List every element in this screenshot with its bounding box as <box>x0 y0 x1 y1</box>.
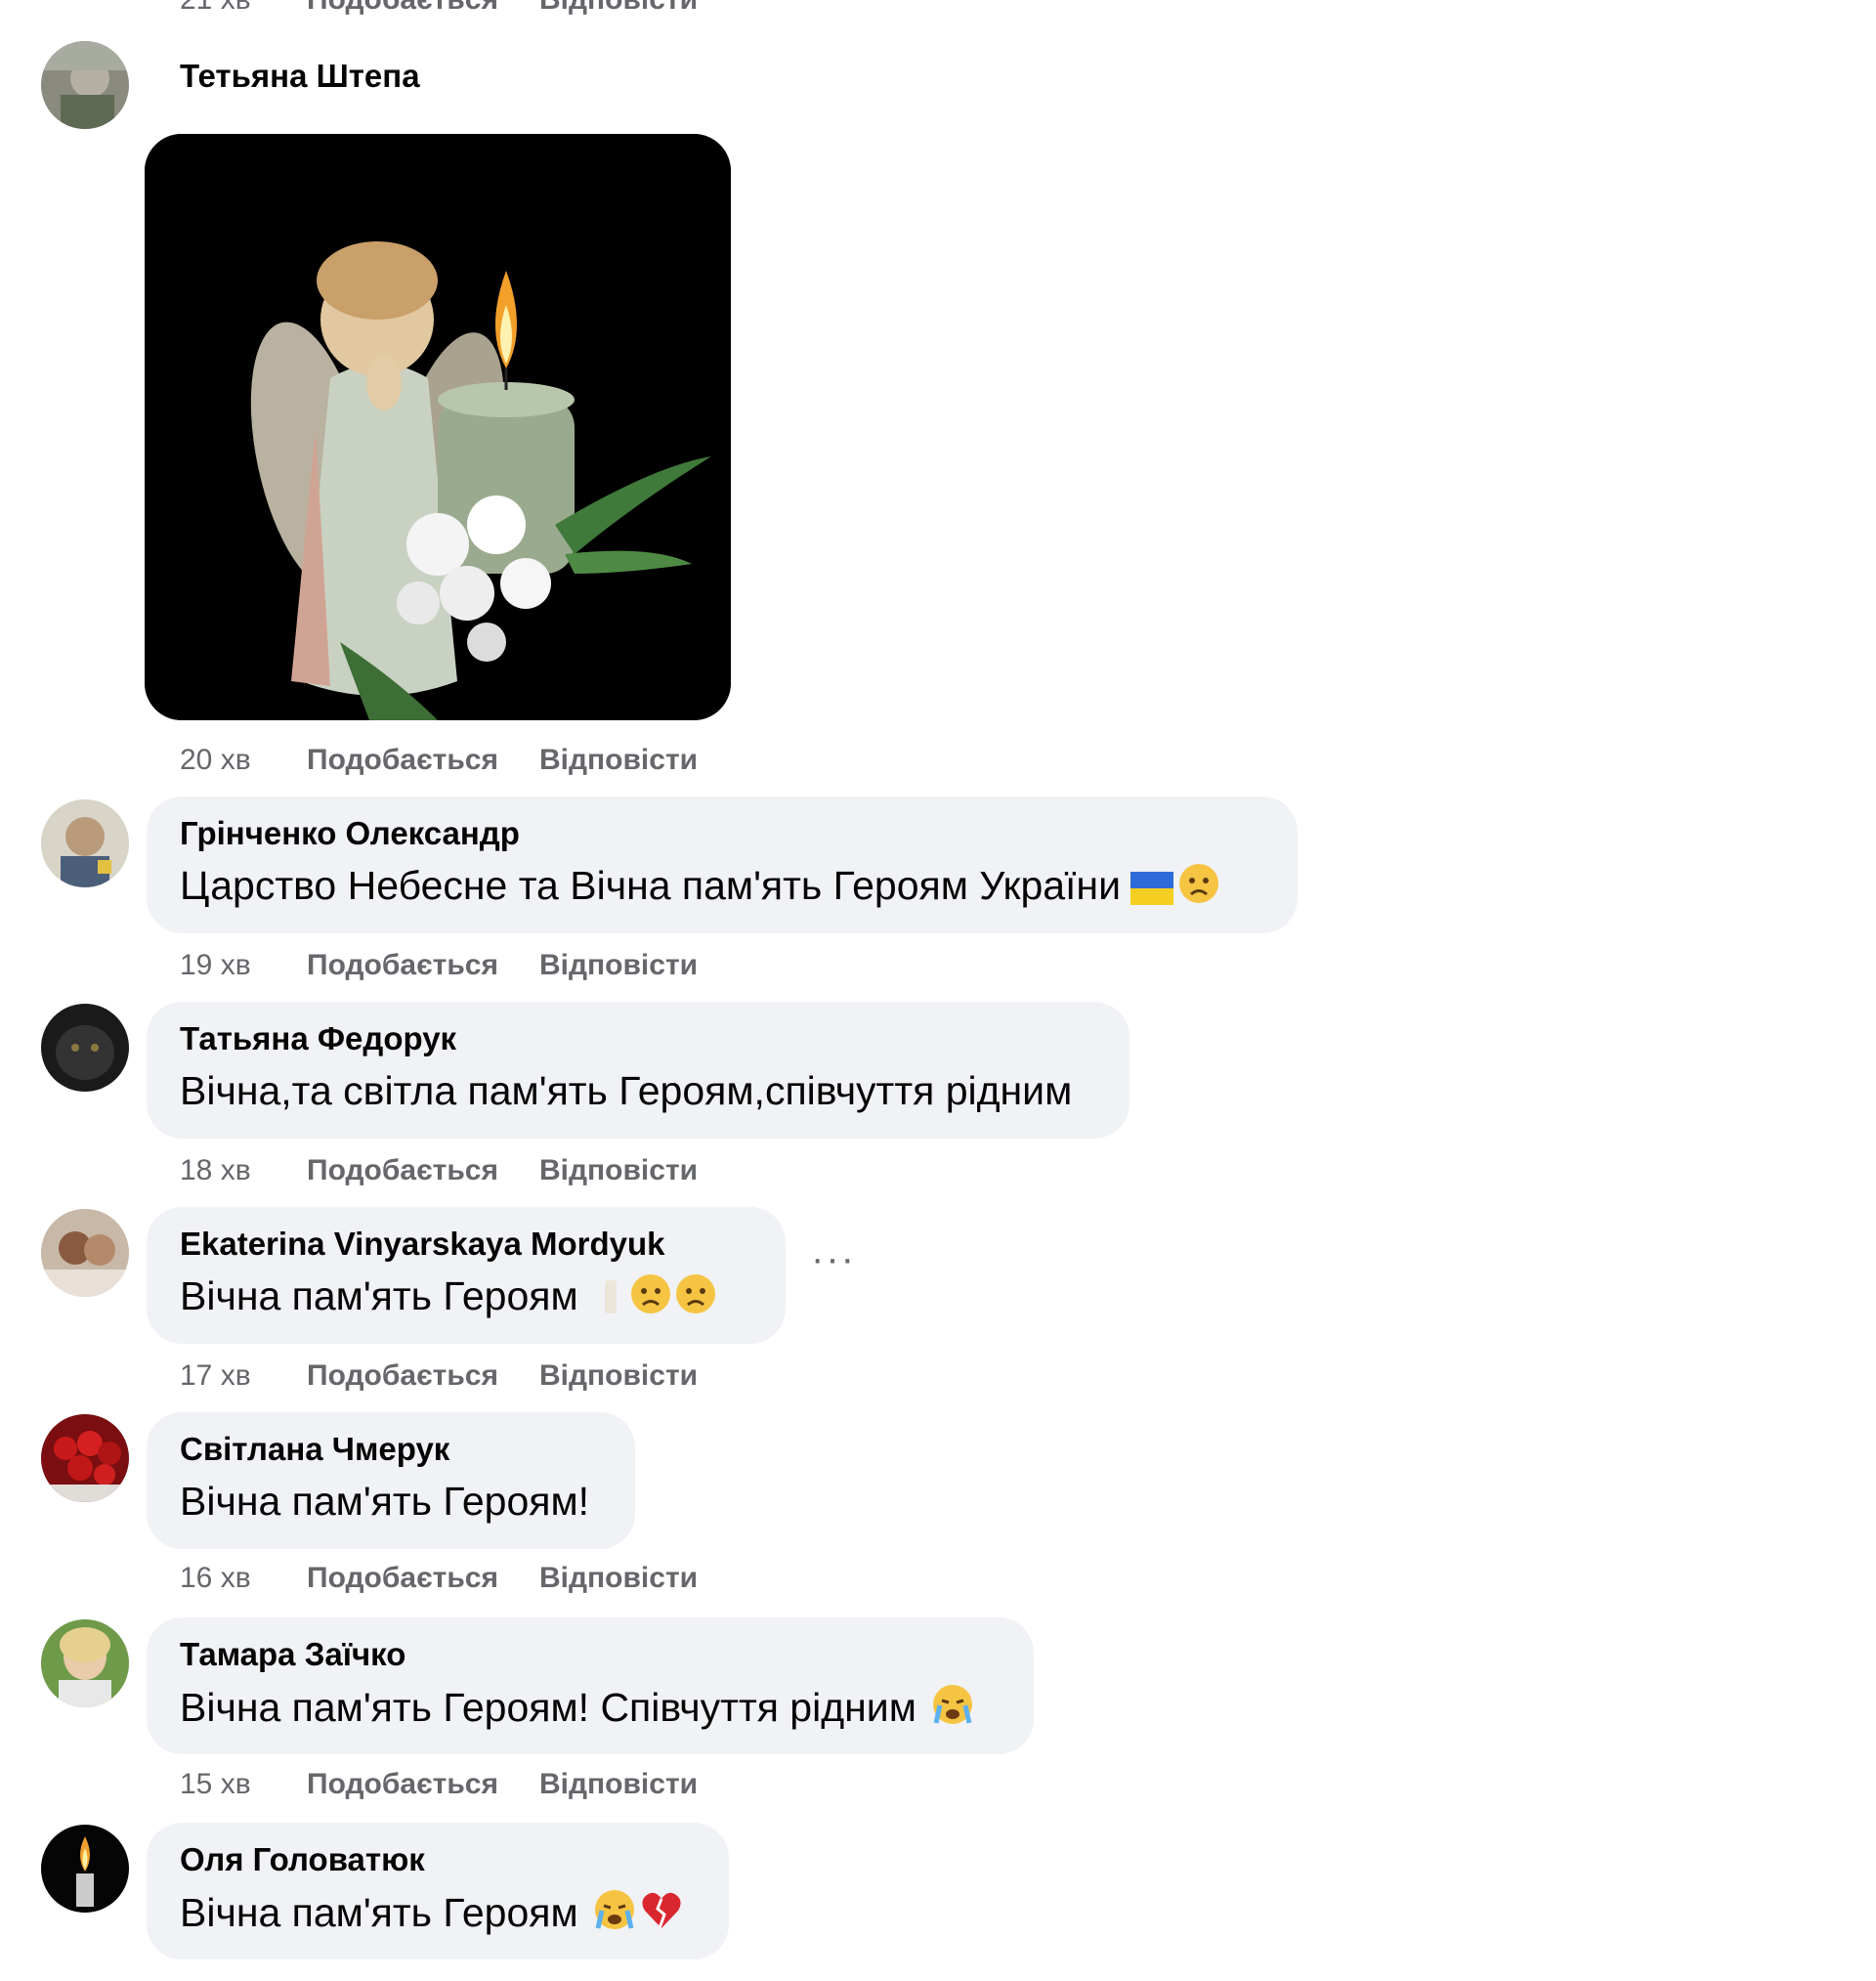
avatar[interactable] <box>41 1825 129 1913</box>
crying-face-icon <box>930 1682 975 1738</box>
comment-meta: 18 хв Подобається Відповісти <box>180 1153 698 1188</box>
like-button[interactable]: Подобається <box>307 948 539 983</box>
avatar[interactable] <box>41 1619 129 1707</box>
comment-meta: 19 хв Подобається Відповісти <box>180 948 698 983</box>
comment-text: Вічна пам'ять Героям <box>180 1271 752 1326</box>
comment-meta: 15 хв Подобається Відповісти <box>180 1767 698 1802</box>
more-options-button[interactable]: ··· <box>811 1239 856 1278</box>
comment-author[interactable]: Світлана Чмерук <box>180 1430 602 1469</box>
sad-face-icon <box>1177 862 1220 916</box>
comment-text-content: Вічна пам'ять Героям <box>180 1890 578 1935</box>
comment-text: Вічна пам'ять Героям! <box>180 1479 590 1524</box>
reply-button[interactable]: Відповісти <box>539 743 698 778</box>
comment-text-content: Царство Небесне та Вічна пам'ять Героям … <box>180 863 1121 908</box>
like-button[interactable]: Подобається <box>307 1561 539 1596</box>
comment-text: Вічна,та світла пам'ять Героям,співчуття… <box>180 1068 1073 1113</box>
avatar[interactable] <box>41 1209 129 1297</box>
reply-button[interactable]: Відповісти <box>539 1153 698 1188</box>
like-button[interactable]: Подобається <box>307 1358 539 1394</box>
memorial-image[interactable] <box>145 134 731 720</box>
candle-icon <box>596 1272 625 1326</box>
comment-text: Вічна пам'ять Героям <box>180 1887 696 1943</box>
like-button[interactable]: Подобається <box>307 1153 539 1188</box>
avatar[interactable] <box>41 1004 129 1092</box>
reply-button[interactable]: Відповісти <box>539 948 698 983</box>
comment-author[interactable]: Тетьяна Штепа <box>180 57 420 96</box>
reply-button[interactable]: Відповісти <box>539 1358 698 1394</box>
comment-meta: 16 хв Подобається Відповісти <box>180 1561 698 1596</box>
comment-author[interactable]: Ekaterina Vinyarskaya Mordyuk <box>180 1225 752 1264</box>
comment-bubble: Оля Головатюк Вічна пам'ять Героям <box>147 1823 729 1959</box>
comment-meta: 20 хв Подобається Відповісти <box>180 743 698 778</box>
comment-time: 18 хв <box>180 1154 251 1186</box>
comment-author[interactable]: Тамара Заїчко <box>180 1635 1001 1674</box>
avatar[interactable] <box>41 799 129 887</box>
crying-face-icon <box>592 1887 637 1943</box>
comment-meta-partial: 21 хв ПодобаєтьсяВідповісти <box>180 0 698 18</box>
comment-time: 21 хв <box>180 0 266 18</box>
broken-heart-icon <box>639 1889 684 1943</box>
like-button[interactable]: Подобається <box>307 0 539 18</box>
comment-bubble: Грінченко Олександр Царство Небесне та В… <box>147 797 1298 933</box>
comment-time: 20 хв <box>180 744 251 776</box>
comment-text-content: Вічна пам'ять Героям <box>180 1273 578 1318</box>
comment-text-content: Вічна пам'ять Героям! Співчуття рідним <box>180 1685 917 1730</box>
comment-meta: 17 хв Подобається Відповісти <box>180 1358 698 1394</box>
avatar[interactable] <box>41 1414 129 1502</box>
comment-time: 16 хв <box>180 1562 251 1594</box>
comment-time: 15 хв <box>180 1768 251 1800</box>
like-button[interactable]: Подобається <box>307 1767 539 1802</box>
comment-time: 19 хв <box>180 949 251 981</box>
comment-bubble: Ekaterina Vinyarskaya Mordyuk Вічна пам'… <box>147 1207 786 1344</box>
sad-face-icon <box>629 1272 672 1326</box>
comment-text: Вічна пам'ять Героям! Співчуття рідним <box>180 1682 1001 1738</box>
comment-time: 17 хв <box>180 1359 251 1392</box>
comment-bubble: Тамара Заїчко Вічна пам'ять Героям! Спів… <box>147 1617 1034 1754</box>
reply-button[interactable]: Відповісти <box>539 0 698 18</box>
like-button[interactable]: Подобається <box>307 743 539 778</box>
ukraine-flag-icon <box>1130 867 1173 916</box>
reply-button[interactable]: Відповісти <box>539 1561 698 1596</box>
sad-face-icon <box>674 1272 717 1326</box>
comment-author[interactable]: Грінченко Олександр <box>180 814 1264 853</box>
comment-bubble: Світлана Чмерук Вічна пам'ять Героям! <box>147 1412 635 1549</box>
comment-text: Царство Небесне та Вічна пам'ять Героям … <box>180 861 1264 916</box>
comment-author[interactable]: Оля Головатюк <box>180 1840 696 1879</box>
reply-button[interactable]: Відповісти <box>539 1767 698 1802</box>
comment-bubble: Татьяна Федорук Вічна,та світла пам'ять … <box>147 1002 1130 1139</box>
comment-author[interactable]: Татьяна Федорук <box>180 1019 1096 1058</box>
avatar[interactable] <box>41 41 129 129</box>
